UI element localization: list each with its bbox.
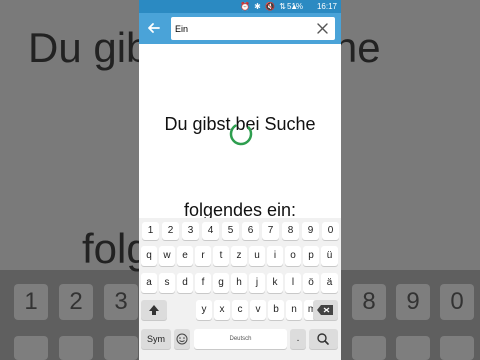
key[interactable]: 3 (182, 222, 199, 240)
key[interactable]: 7 (262, 222, 279, 240)
key[interactable]: 2 (162, 222, 179, 240)
key[interactable]: r (195, 246, 211, 266)
background-key (104, 336, 138, 360)
shift-key[interactable] (141, 300, 167, 320)
key[interactable]: 1 (142, 222, 159, 240)
key[interactable]: g (213, 273, 229, 293)
keyboard-number-row: 1 2 3 4 5 6 7 8 9 0 (139, 222, 341, 244)
background-key: 1 (14, 284, 48, 320)
background-key (396, 336, 430, 360)
key[interactable]: w (159, 246, 175, 266)
phone-screen: ⏰ ✱ 🔇 ⇅ ▲ 51% 16:17 Du gibst bei Suche f… (139, 0, 341, 360)
key[interactable]: p (303, 246, 319, 266)
key[interactable]: d (177, 273, 193, 293)
key[interactable]: q (141, 246, 157, 266)
keyboard-row-3: y x c v b n m (139, 300, 341, 322)
background-key (440, 336, 474, 360)
search-input[interactable] (175, 21, 305, 36)
key[interactable]: k (267, 273, 283, 293)
key[interactable]: e (177, 246, 193, 266)
clock: 16:17 (316, 2, 337, 11)
key[interactable]: 8 (282, 222, 299, 240)
background-key: 9 (396, 284, 430, 320)
backspace-icon (317, 305, 333, 315)
key[interactable]: 9 (302, 222, 319, 240)
key[interactable]: a (141, 273, 157, 293)
background-key: 2 (59, 284, 93, 320)
backspace-key[interactable] (313, 300, 338, 320)
key[interactable]: j (249, 273, 265, 293)
key[interactable]: 0 (322, 222, 339, 240)
keyboard-row-2: a s d f g h j k l ö ä (139, 273, 341, 295)
sym-key[interactable]: Sym (141, 329, 171, 349)
key[interactable]: y (196, 300, 212, 320)
key[interactable]: i (267, 246, 283, 266)
key[interactable]: 6 (242, 222, 259, 240)
keyboard: 1 2 3 4 5 6 7 8 9 0 q w e r t z u i o p … (139, 218, 341, 360)
period-key[interactable]: . (290, 329, 306, 349)
key[interactable]: x (214, 300, 230, 320)
background-key (59, 336, 93, 360)
key[interactable]: b (268, 300, 284, 320)
key[interactable]: o (285, 246, 301, 266)
key[interactable]: ü (321, 246, 338, 266)
key[interactable]: z (231, 246, 247, 266)
key[interactable]: f (195, 273, 211, 293)
keyboard-bottom-row: Sym , Deutsch . (139, 329, 341, 351)
content-area: Du gibst bei Suche (139, 44, 341, 220)
shift-icon (149, 305, 159, 315)
key[interactable]: u (249, 246, 265, 266)
status-bar: ⏰ ✱ 🔇 ⇅ ▲ 51% 16:17 (139, 0, 341, 13)
key[interactable]: h (231, 273, 247, 293)
search-box[interactable] (171, 17, 335, 40)
search-key[interactable] (309, 329, 338, 349)
background-key (352, 336, 386, 360)
background-key: 0 (440, 284, 474, 320)
loading-spinner-icon (229, 122, 253, 146)
key[interactable]: n (286, 300, 302, 320)
background-key: 3 (104, 284, 138, 320)
battery-level: 51% (287, 2, 304, 11)
key[interactable]: ö (303, 273, 319, 293)
app-bar (139, 13, 341, 44)
background-key (14, 336, 48, 360)
arrow-left-icon (148, 23, 160, 33)
key[interactable]: s (159, 273, 175, 293)
keyboard-row-1: q w e r t z u i o p ü (139, 246, 341, 268)
key[interactable]: l (285, 273, 301, 293)
back-button[interactable] (145, 19, 163, 37)
key[interactable]: c (232, 300, 248, 320)
background-key: 8 (352, 284, 386, 320)
key[interactable]: 5 (222, 222, 239, 240)
clear-search-button[interactable] (316, 22, 329, 35)
close-icon (317, 23, 328, 34)
key[interactable]: 4 (202, 222, 219, 240)
search-icon (317, 333, 329, 345)
space-key[interactable]: Deutsch (194, 329, 287, 349)
key[interactable]: t (213, 246, 229, 266)
key[interactable]: v (250, 300, 266, 320)
key[interactable]: ä (321, 273, 338, 293)
